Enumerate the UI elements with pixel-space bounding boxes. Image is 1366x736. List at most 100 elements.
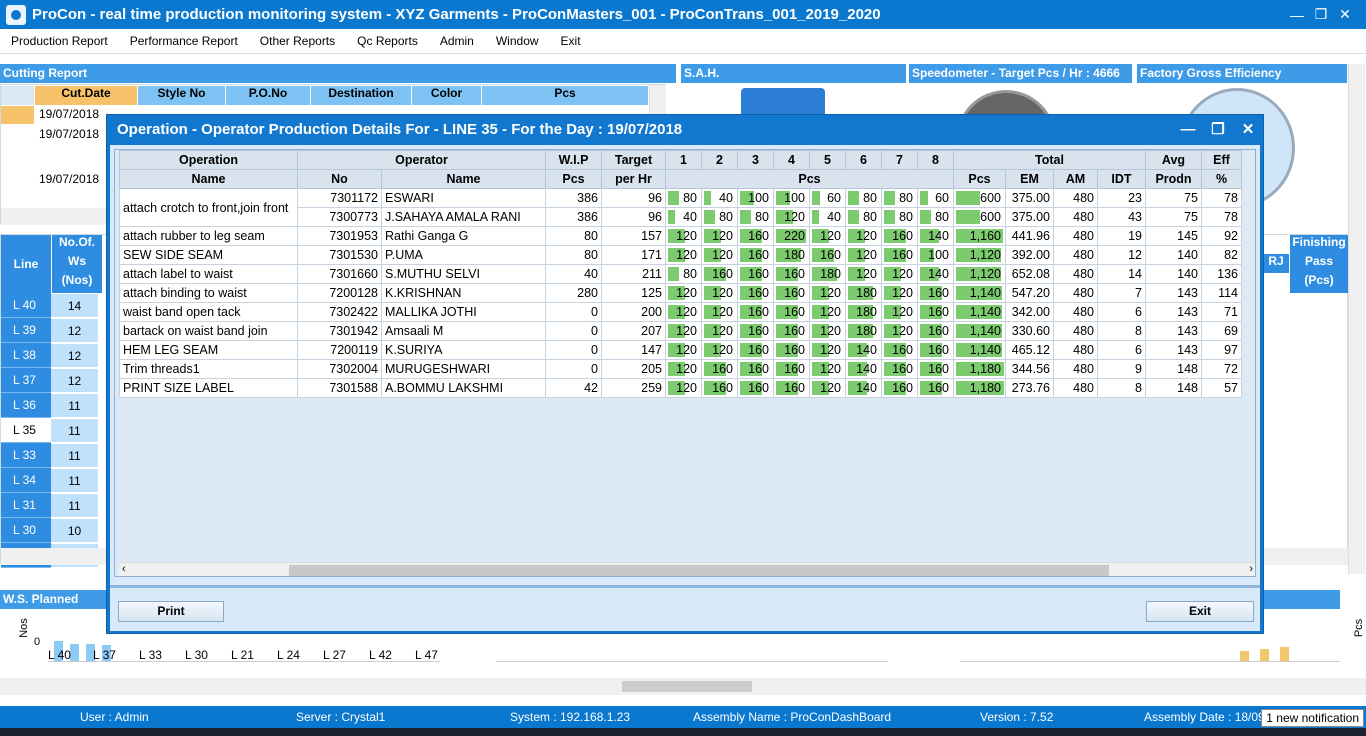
hour-pcs-value: 140 bbox=[856, 343, 877, 357]
hdr-wip-pcs[interactable]: Pcs bbox=[545, 169, 602, 189]
hdr-operator-name[interactable]: Name bbox=[381, 169, 546, 189]
hour-pcs-cell: 160 bbox=[773, 359, 810, 379]
table-row[interactable]: Trim threads1 7302004 MURUGESHWARI 0 205 120 1… bbox=[119, 359, 1242, 379]
line-cell[interactable]: L 40 bbox=[1, 293, 51, 318]
close-button[interactable]: ✕ bbox=[1322, 0, 1366, 29]
line-cell[interactable]: L 31 bbox=[1, 493, 51, 518]
exit-button[interactable]: Exit bbox=[1146, 601, 1254, 622]
col-line[interactable]: Line bbox=[1, 235, 51, 293]
hdr-eff[interactable]: Eff bbox=[1201, 150, 1242, 170]
hdr-total-pcs[interactable]: Pcs bbox=[953, 169, 1006, 189]
hdr-hour-6[interactable]: 6 bbox=[845, 150, 882, 170]
hdr-operation[interactable]: Operation bbox=[119, 150, 298, 170]
dialog-minimize-button[interactable]: — bbox=[1173, 115, 1203, 145]
line-cell[interactable]: L 34 bbox=[1, 468, 51, 493]
line-cell[interactable]: L 35 bbox=[1, 418, 51, 443]
scroll-right-icon[interactable]: › bbox=[1249, 563, 1253, 575]
table-row[interactable]: HEM LEG SEAM 7200119 K.SURIYA 0 147 120 120 160… bbox=[119, 340, 1242, 360]
hdr-hour-3[interactable]: 3 bbox=[737, 150, 774, 170]
operator-no-cell: 7302004 bbox=[297, 359, 382, 379]
hdr-eff-pct[interactable]: % bbox=[1201, 169, 1242, 189]
col-cut-date[interactable]: Cut.Date bbox=[35, 86, 137, 105]
hdr-avg[interactable]: Avg bbox=[1145, 150, 1202, 170]
notification-toast[interactable]: 1 new notification bbox=[1261, 709, 1364, 727]
hdr-hour-2[interactable]: 2 bbox=[701, 150, 738, 170]
hour-pcs-cell: 120 bbox=[881, 283, 918, 303]
x-label: L 42 bbox=[369, 648, 392, 662]
hour-pcs-cell: 160 bbox=[917, 359, 954, 379]
x-label: L 37 bbox=[93, 648, 116, 662]
hdr-total[interactable]: Total bbox=[953, 150, 1146, 170]
hdr-am[interactable]: AM bbox=[1053, 169, 1098, 189]
table-row[interactable]: attach binding to waist 7200128 K.KRISHNAN… bbox=[119, 283, 1242, 303]
col-color[interactable]: Color bbox=[412, 86, 481, 105]
line-cell[interactable]: L 38 bbox=[1, 343, 51, 368]
table-row[interactable]: PRINT SIZE LABEL 7301588 A.BOMMU LAKSHMI 42… bbox=[119, 378, 1242, 398]
hdr-wip[interactable]: W.I.P bbox=[545, 150, 602, 170]
hdr-idt[interactable]: IDT bbox=[1097, 169, 1146, 189]
menu-performance-report[interactable]: Performance Report bbox=[119, 34, 249, 48]
hour-pcs-value: 160 bbox=[748, 229, 769, 243]
line-cell[interactable]: L 33 bbox=[1, 443, 51, 468]
dialog-maximize-button[interactable]: ❐ bbox=[1203, 115, 1233, 145]
hdr-operator[interactable]: Operator bbox=[297, 150, 546, 170]
menu-production-report[interactable]: Production Report bbox=[0, 34, 119, 48]
hour-pcs-cell: 140 bbox=[917, 264, 954, 284]
hdr-hour-1[interactable]: 1 bbox=[665, 150, 702, 170]
hour-pcs-cell: 160 bbox=[701, 378, 738, 398]
line-cell[interactable]: L 30 bbox=[1, 518, 51, 543]
hdr-em[interactable]: EM bbox=[1005, 169, 1054, 189]
col-destination[interactable]: Destination bbox=[311, 86, 411, 105]
grid-hscroll[interactable]: ‹ › bbox=[119, 562, 1255, 576]
hdr-hour-7[interactable]: 7 bbox=[881, 150, 918, 170]
print-button[interactable]: Print bbox=[118, 601, 224, 622]
hour-pcs-bar bbox=[812, 210, 819, 224]
table-row[interactable]: bartack on waist band join 7301942 Amsaali… bbox=[119, 321, 1242, 341]
table-row[interactable]: attach rubber to leg seam 7301953 Rathi Ga… bbox=[119, 226, 1242, 246]
line-cell[interactable]: L 39 bbox=[1, 318, 51, 343]
main-vscroll[interactable] bbox=[1348, 64, 1365, 574]
splitter[interactable] bbox=[110, 585, 1260, 588]
em-cell: 375.00 bbox=[1005, 188, 1054, 208]
hdr-hour-4[interactable]: 4 bbox=[773, 150, 810, 170]
operator-name-cell: A.BOMMU LAKSHMI bbox=[381, 378, 546, 398]
hdr-prodn[interactable]: Prodn bbox=[1145, 169, 1202, 189]
col-style-no[interactable]: Style No bbox=[138, 86, 225, 105]
menu-other-reports[interactable]: Other Reports bbox=[249, 34, 346, 48]
scroll-left-icon[interactable]: ‹ bbox=[122, 563, 126, 575]
hour-pcs-value: 160 bbox=[748, 343, 769, 357]
hdr-operator-no[interactable]: No bbox=[297, 169, 382, 189]
table-row[interactable]: attach label to waist 7301660 S.MUTHU SELV… bbox=[119, 264, 1242, 284]
bottom-hscroll[interactable] bbox=[0, 678, 1366, 695]
hdr-target[interactable]: Target bbox=[601, 150, 666, 170]
menu-qc-reports[interactable]: Qc Reports bbox=[346, 34, 429, 48]
operator-table: Operation Operator W.I.P Target 1 2 3 4 … bbox=[119, 150, 1242, 398]
dialog-close-button[interactable]: ✕ bbox=[1233, 115, 1263, 145]
hscroll-thumb[interactable] bbox=[622, 681, 752, 692]
menu-exit[interactable]: Exit bbox=[550, 34, 592, 48]
hour-pcs-cell: 120 bbox=[881, 302, 918, 322]
line-cell[interactable]: L 36 bbox=[1, 393, 51, 418]
table-row[interactable]: waist band open tack 7302422 MALLIKA JOTHI… bbox=[119, 302, 1242, 322]
total-pcs-cell: 1,140 bbox=[953, 283, 1006, 303]
hour-pcs-cell: 160 bbox=[773, 302, 810, 322]
table-row[interactable]: attach crotch to front,join front 7301172… bbox=[119, 188, 1242, 227]
hdr-op-name[interactable]: Name bbox=[119, 169, 298, 189]
menu-window[interactable]: Window bbox=[485, 34, 550, 48]
table-row[interactable]: SEW SIDE SEAM 7301530 P.UMA 80 171 120 120 160 1… bbox=[119, 245, 1242, 265]
hdr-hour-8[interactable]: 8 bbox=[917, 150, 954, 170]
hour-pcs-value: 180 bbox=[856, 324, 877, 338]
col-pcs[interactable]: Pcs bbox=[482, 86, 648, 105]
operator-no-cell: 7301172 bbox=[297, 188, 382, 208]
hdr-hour-5[interactable]: 5 bbox=[809, 150, 846, 170]
menu-admin[interactable]: Admin bbox=[429, 34, 485, 48]
line-cell[interactable]: L 37 bbox=[1, 368, 51, 393]
target-cell: 207 bbox=[601, 321, 666, 341]
hour-pcs-cell: 160 bbox=[701, 359, 738, 379]
hdr-per-hr[interactable]: per Hr bbox=[601, 169, 666, 189]
col-po-no[interactable]: P.O.No bbox=[226, 86, 310, 105]
hour-pcs-value: 80 bbox=[863, 191, 877, 205]
hdr-hour-pcs[interactable]: Pcs bbox=[665, 169, 954, 189]
grid-hscroll-thumb[interactable] bbox=[289, 565, 1109, 576]
op-name-cell: attach crotch to front,join front bbox=[119, 188, 298, 227]
